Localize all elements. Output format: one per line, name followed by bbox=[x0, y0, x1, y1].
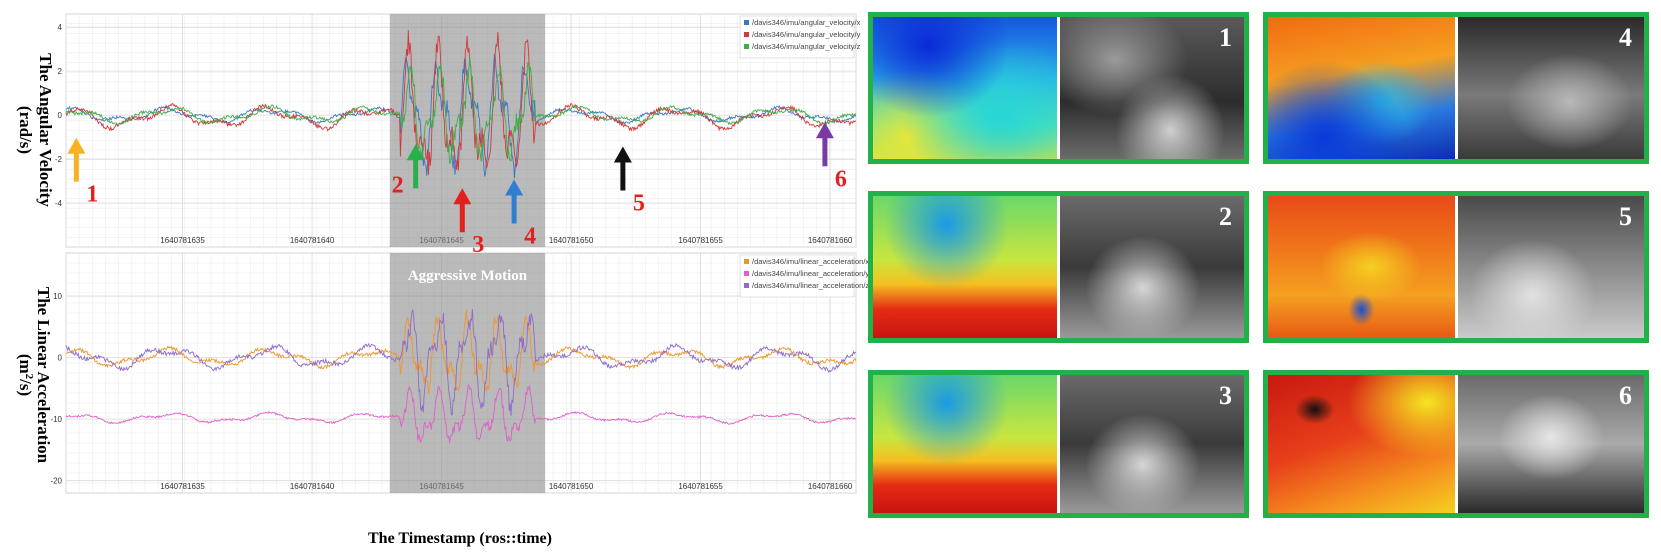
y-tick-label: -20 bbox=[50, 477, 62, 486]
depth-gray-image: 1 bbox=[1060, 17, 1244, 159]
legend-entry: /davis346/imu/angular_velocity/y bbox=[752, 30, 861, 39]
angular-velocity-chart: 420-2-4164078163516407816401640781645164… bbox=[16, 13, 861, 258]
aggressive-motion-region bbox=[389, 253, 546, 493]
y-tick-label: 0 bbox=[58, 111, 63, 120]
y-tick-label: 2 bbox=[58, 67, 63, 76]
panel-2: 2 bbox=[868, 191, 1249, 343]
x-tick-label: 1640781655 bbox=[678, 236, 723, 245]
panel-number: 3 bbox=[1219, 381, 1232, 410]
legend-entry: /davis346/imu/linear_acceleration/x bbox=[752, 257, 869, 266]
panel-number: 5 bbox=[1619, 202, 1632, 231]
marker-number: 5 bbox=[633, 190, 645, 216]
depth-map-image bbox=[1268, 17, 1458, 159]
y-tick-label: 10 bbox=[53, 292, 62, 301]
panel-number: 4 bbox=[1619, 23, 1632, 52]
x-tick-label: 1640781650 bbox=[549, 236, 594, 245]
y-tick-label: 0 bbox=[58, 354, 63, 363]
depth-map-image bbox=[873, 196, 1060, 338]
legend-entry: /davis346/imu/angular_velocity/z bbox=[752, 42, 861, 51]
panel-3: 3 bbox=[868, 370, 1249, 518]
x-tick-label: 1640781655 bbox=[678, 482, 723, 491]
panel-number: 2 bbox=[1219, 202, 1232, 231]
x-tick-label: 1640781650 bbox=[549, 482, 594, 491]
linear-acceleration-chart: 100-10-201640781635164078164016407816451… bbox=[16, 252, 869, 547]
x-tick-label: 1640781640 bbox=[290, 236, 335, 245]
panel-1: 1 bbox=[868, 12, 1249, 164]
y-axis-label: The Linear Acceleration bbox=[34, 287, 53, 464]
depth-gray-image: 4 bbox=[1457, 17, 1644, 159]
y-tick-label: 4 bbox=[58, 23, 63, 32]
panel-6: 6 bbox=[1263, 370, 1649, 518]
y-tick-label: -2 bbox=[55, 155, 63, 164]
x-tick-label: 1640781635 bbox=[160, 236, 205, 245]
x-tick-label: 1640781660 bbox=[808, 236, 853, 245]
y-axis-unit: (m2/s) bbox=[16, 354, 35, 396]
legend-entry: /davis346/imu/linear_acceleration/z bbox=[752, 281, 869, 290]
y-tick-label: -4 bbox=[55, 199, 63, 208]
legend-entry: /davis346/imu/linear_acceleration/y bbox=[752, 269, 869, 278]
depth-gray-image: 3 bbox=[1060, 375, 1244, 513]
aggressive-motion-label: Aggressive Motion bbox=[408, 268, 528, 284]
depth-gray-image: 2 bbox=[1060, 196, 1244, 338]
legend-entry: /davis346/imu/angular_velocity/x bbox=[752, 18, 861, 27]
depth-map-image bbox=[873, 375, 1060, 513]
y-axis-unit: (rad/s) bbox=[16, 106, 35, 154]
depth-map-image bbox=[1268, 196, 1458, 338]
x-tick-label: 1640781635 bbox=[160, 482, 205, 491]
legend-swatch bbox=[744, 259, 749, 264]
depth-map-image bbox=[873, 17, 1060, 159]
marker-number: 1 bbox=[86, 182, 98, 208]
legend: /davis346/imu/angular_velocity/x/davis34… bbox=[739, 15, 861, 59]
legend: /davis346/imu/linear_acceleration/x/davi… bbox=[739, 254, 869, 298]
x-tick-label: 1640781660 bbox=[808, 482, 853, 491]
x-tick-label: 1640781640 bbox=[290, 482, 335, 491]
legend-swatch bbox=[744, 44, 749, 49]
marker-number: 4 bbox=[524, 223, 536, 249]
legend-swatch bbox=[744, 283, 749, 288]
panel-number: 1 bbox=[1219, 23, 1232, 52]
legend-swatch bbox=[744, 271, 749, 276]
marker-number: 6 bbox=[835, 166, 847, 192]
legend-swatch bbox=[744, 32, 749, 37]
y-axis-label: The Angular Velocity bbox=[36, 53, 55, 207]
panel-4: 4 bbox=[1263, 12, 1649, 164]
depth-gray-image: 6 bbox=[1457, 375, 1644, 513]
legend-swatch bbox=[744, 20, 749, 25]
x-axis-label: The Timestamp (ros::time) bbox=[368, 530, 552, 547]
depth-gray-image: 5 bbox=[1457, 196, 1644, 338]
depth-map-image bbox=[1268, 375, 1458, 513]
panel-5: 5 bbox=[1263, 191, 1649, 343]
panel-number: 6 bbox=[1619, 381, 1632, 410]
marker-number: 2 bbox=[392, 172, 404, 198]
